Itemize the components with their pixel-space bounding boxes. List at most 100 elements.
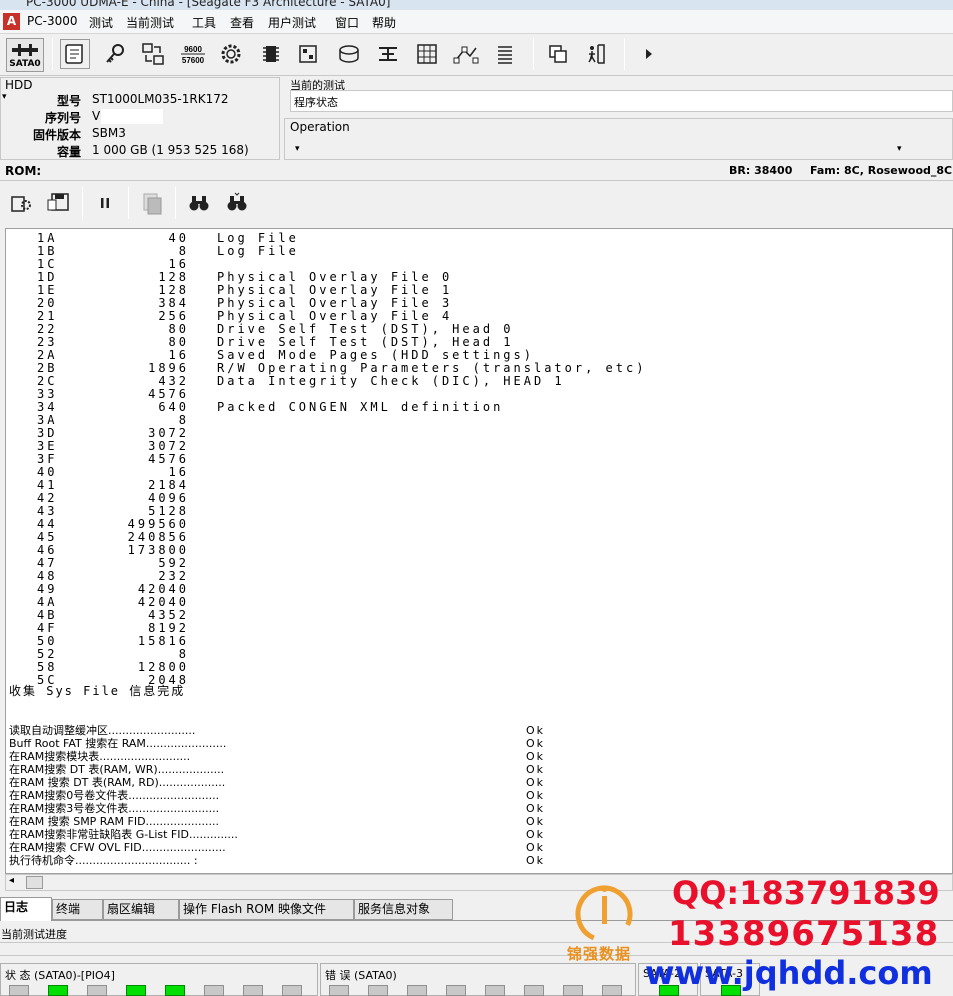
network-button[interactable] xyxy=(451,39,481,69)
sys-file-size: 640 xyxy=(158,400,189,414)
step-text: 在RAM 搜索 SMP RAM FID..................... xyxy=(9,815,219,828)
sys-file-row: 34 640 Packed CONGEN XML definition xyxy=(9,401,909,414)
grid-button[interactable] xyxy=(412,39,442,69)
operation-select[interactable]: ▾ ▾ xyxy=(291,140,911,158)
app-logo-icon[interactable]: A xyxy=(3,13,20,30)
error-led xyxy=(602,985,622,996)
toolbar-separator xyxy=(52,38,53,70)
step-text: 在RAM搜索模块表.......................... xyxy=(9,750,191,763)
log-output[interactable]: 1A 40 Log File 1B 8 Log File 1C 16 1D 128 Physical… xyxy=(5,228,953,874)
transfer-button[interactable] xyxy=(138,39,168,69)
step-text: 在RAM搜索非常驻缺陷表 G-List FID.............. xyxy=(9,828,238,841)
toolbar-separator xyxy=(533,38,534,70)
sys-file-row: 3E 3072 xyxy=(9,440,909,453)
scroll-left-arrow-icon[interactable]: ◂ xyxy=(9,875,14,886)
rom-label: ROM: xyxy=(5,164,42,178)
step-text: 在RAM搜索3号卷文件表.......................... xyxy=(9,802,220,815)
sys-file-row: 1D 128 Physical Overlay File 0 xyxy=(9,271,909,284)
step-text: 在RAM搜索0号卷文件表.......................... xyxy=(9,789,220,802)
menu-current-test[interactable]: 当前测试 xyxy=(126,14,174,31)
step-result: Ok xyxy=(526,841,546,854)
hdd-field-value: SBM3 xyxy=(92,126,126,140)
menu-view[interactable]: 查看 xyxy=(230,14,254,31)
error-led xyxy=(446,985,466,996)
sys-file-row: 40 16 xyxy=(9,466,909,479)
module-button[interactable] xyxy=(294,39,324,69)
baud-rate-button[interactable]: 9600 57600 xyxy=(178,39,208,69)
operation-title: Operation xyxy=(290,120,350,134)
binoculars-next-icon xyxy=(227,192,247,211)
operation-left-arrow-icon[interactable]: ▾ xyxy=(295,144,300,154)
sata-port-button[interactable]: SATA0 xyxy=(6,38,44,72)
key-button[interactable] xyxy=(100,39,130,69)
tab-sector-editor[interactable]: 扇区编辑 xyxy=(103,899,179,920)
settings-button[interactable] xyxy=(216,39,246,69)
save-log-button[interactable] xyxy=(44,188,74,218)
pause-button[interactable] xyxy=(90,188,120,218)
watermark-url: www.jqhdd.com xyxy=(645,954,933,992)
title-bar: PC-3000 UDMA-E - China - [Seagate F3 Arc… xyxy=(0,0,953,10)
operation-group: Operation ▾ ▾ xyxy=(284,118,953,160)
step-result: Ok xyxy=(526,815,546,828)
tab-service-info[interactable]: 服务信息对象 xyxy=(354,899,453,920)
menu-window[interactable]: 窗口 xyxy=(335,14,359,31)
watermark-phone: 13389675138 xyxy=(668,914,940,954)
menu-user-test[interactable]: 用户测试 xyxy=(268,14,316,31)
copy-button[interactable] xyxy=(137,188,167,218)
menu-help[interactable]: 帮助 xyxy=(372,14,396,31)
scroll-button[interactable] xyxy=(60,39,90,69)
tab-terminal[interactable]: 终端 xyxy=(52,899,103,920)
toolbar-separator xyxy=(82,187,83,219)
run-button[interactable] xyxy=(634,39,664,69)
find-button[interactable] xyxy=(184,188,214,218)
operation-dropdown-arrow-icon[interactable]: ▾ xyxy=(897,144,902,154)
hdd-field-value: ST1000LM035-1RK172 xyxy=(92,92,229,106)
baud-rate-bottom: 57600 xyxy=(182,56,205,65)
sys-file-row: 3F 4576 xyxy=(9,453,909,466)
step-result: Ok xyxy=(526,854,546,867)
step-result: Ok xyxy=(526,802,546,815)
find-next-button[interactable] xyxy=(222,188,252,218)
module-settings-button[interactable] xyxy=(6,188,36,218)
chip-button[interactable] xyxy=(256,39,286,69)
module-settings-icon xyxy=(11,196,31,212)
sys-file-row: 1E 128 Physical Overlay File 1 xyxy=(9,284,909,297)
play-arrow-icon xyxy=(646,49,652,59)
watermark-brand: 锦强数据 xyxy=(567,945,632,963)
current-test-value: 程序状态 xyxy=(294,96,338,109)
scrollbar-thumb[interactable] xyxy=(26,876,43,889)
sys-file-row: 2C 432 Data Integrity Check (DIC), HEAD 1 xyxy=(9,375,909,388)
disk-button[interactable] xyxy=(334,39,364,69)
tab-flash-rom[interactable]: 操作 Flash ROM 映像文件 xyxy=(179,899,354,920)
log-toolbar xyxy=(0,183,953,225)
sys-file-row: 1C 16 xyxy=(9,258,909,271)
menu-pc3000[interactable]: PC-3000 xyxy=(27,14,77,28)
error-led xyxy=(563,985,583,996)
status-title: 状 态 (SATA0)-[PIO4] xyxy=(5,969,115,982)
baud-rate-readout: BR: 38400 xyxy=(729,164,793,177)
error-led-group: 错 误 (SATA0) xyxy=(320,963,636,996)
hdd-field-model: 型号 ST1000LM035-1RK172 xyxy=(1,92,277,110)
sys-file-size: 40 xyxy=(168,231,189,245)
step-result: Ok xyxy=(526,763,546,776)
status-led-group: 状 态 (SATA0)-[PIO4] xyxy=(0,963,318,996)
network-icon xyxy=(453,46,479,64)
step-text: 在RAM搜索 DT 表(RAM, WR)................... xyxy=(9,763,225,776)
heads-button[interactable] xyxy=(373,39,403,69)
exit-button[interactable] xyxy=(581,39,611,69)
current-test-group: 当前的测试 程序状态 xyxy=(284,77,953,117)
error-led xyxy=(329,985,349,996)
list-button[interactable] xyxy=(490,39,520,69)
windows-button[interactable] xyxy=(543,39,573,69)
hdd-field-value: V xyxy=(92,109,101,123)
menu-bar: A PC-3000 测试 当前测试 工具 查看 用户测试 窗口 帮助 xyxy=(0,10,953,34)
family-readout: Fam: 8C, Rosewood_8C xyxy=(810,164,953,177)
menu-tools[interactable]: 工具 xyxy=(192,14,216,31)
tab-log[interactable]: 日志 xyxy=(0,897,52,921)
hdd-field-label: 容量 xyxy=(56,145,81,159)
menu-test[interactable]: 测试 xyxy=(89,14,113,31)
sys-file-desc: Log File xyxy=(217,244,299,258)
hdd-field-serial: 序列号 V xyxy=(1,109,277,127)
sys-file-row: 47 592 xyxy=(9,557,909,570)
status-led xyxy=(282,985,302,996)
